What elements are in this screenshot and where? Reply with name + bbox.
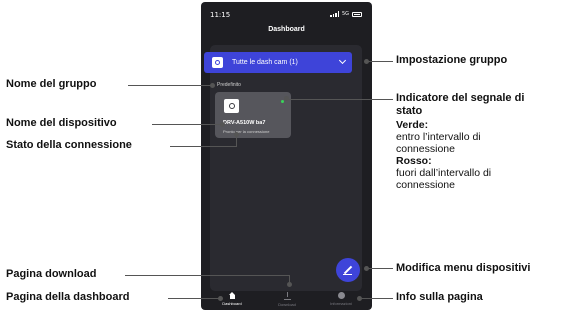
leader-line [288, 99, 393, 100]
leader-dot [210, 83, 215, 88]
device-card[interactable]: DRV-A510W ba7 Pronto per la connessione [215, 92, 291, 138]
phone-screen: 11:15 5G Dashboard Tutte le dash cam (1)… [201, 2, 372, 310]
annotation-signal-legend: Verde: entro l’intervallo di connessione… [396, 119, 492, 191]
nav-download-label: Download [278, 302, 296, 307]
annotation-edit-menu: Modifica menu dispositivi [396, 262, 531, 274]
download-icon [283, 292, 291, 300]
leader-dot [234, 132, 239, 137]
edit-devices-button[interactable] [336, 258, 360, 282]
group-name: Predefinito [217, 82, 241, 88]
device-name: DRV-A510W ba7 [223, 120, 266, 126]
battery-icon [352, 11, 362, 17]
camera-icon [212, 57, 223, 68]
leader-dot [218, 296, 223, 301]
leader-line [368, 268, 393, 269]
annotation-group-name: Nome del gruppo [6, 78, 97, 90]
nav-dashboard-label: Dashboard [222, 301, 242, 306]
annotation-connection-status: Stato della connessione [6, 139, 132, 151]
group-selector-label: Tutte le dash cam (1) [232, 59, 298, 66]
nav-info[interactable]: Informazioni [321, 292, 361, 306]
signal-status-dot [281, 100, 284, 103]
leader-line [361, 298, 393, 299]
annotation-signal-indicator: Indicatore del segnale di stato [396, 92, 525, 117]
nav-download[interactable]: Download [267, 292, 307, 307]
info-icon [337, 292, 345, 299]
leader-line [152, 124, 222, 125]
nav-info-label: Informazioni [330, 301, 352, 306]
leader-line [128, 85, 211, 86]
leader-line [125, 275, 289, 276]
leader-line [170, 146, 236, 147]
pencil-icon [343, 265, 353, 275]
annotation-download-page: Pagina download [6, 268, 97, 280]
chevron-down-icon [338, 56, 347, 65]
page-title: Dashboard [268, 26, 305, 33]
signal-icon [330, 11, 339, 17]
annotation-group-setting: Impostazione gruppo [396, 54, 508, 66]
group-selector-button[interactable]: Tutte le dash cam (1) [204, 52, 352, 73]
leader-line [368, 61, 393, 62]
leader-line [168, 298, 220, 299]
status-time: 11:15 [210, 11, 231, 19]
leader-dot [287, 282, 292, 287]
home-icon [228, 292, 236, 299]
annotation-device-name: Nome del dispositivo [6, 117, 117, 129]
leader-line [236, 136, 237, 147]
connection-status: Pronto per la connessione [223, 129, 270, 134]
network-label: 5G [341, 11, 349, 17]
status-icons: 5G [330, 11, 362, 17]
bottom-nav: Dashboard Download Informazioni [201, 292, 372, 310]
leader-dot [220, 122, 225, 127]
annotation-info-page: Info sulla pagina [396, 291, 483, 303]
camera-icon [224, 99, 239, 113]
annotation-dashboard-page: Pagina della dashboard [6, 291, 130, 303]
